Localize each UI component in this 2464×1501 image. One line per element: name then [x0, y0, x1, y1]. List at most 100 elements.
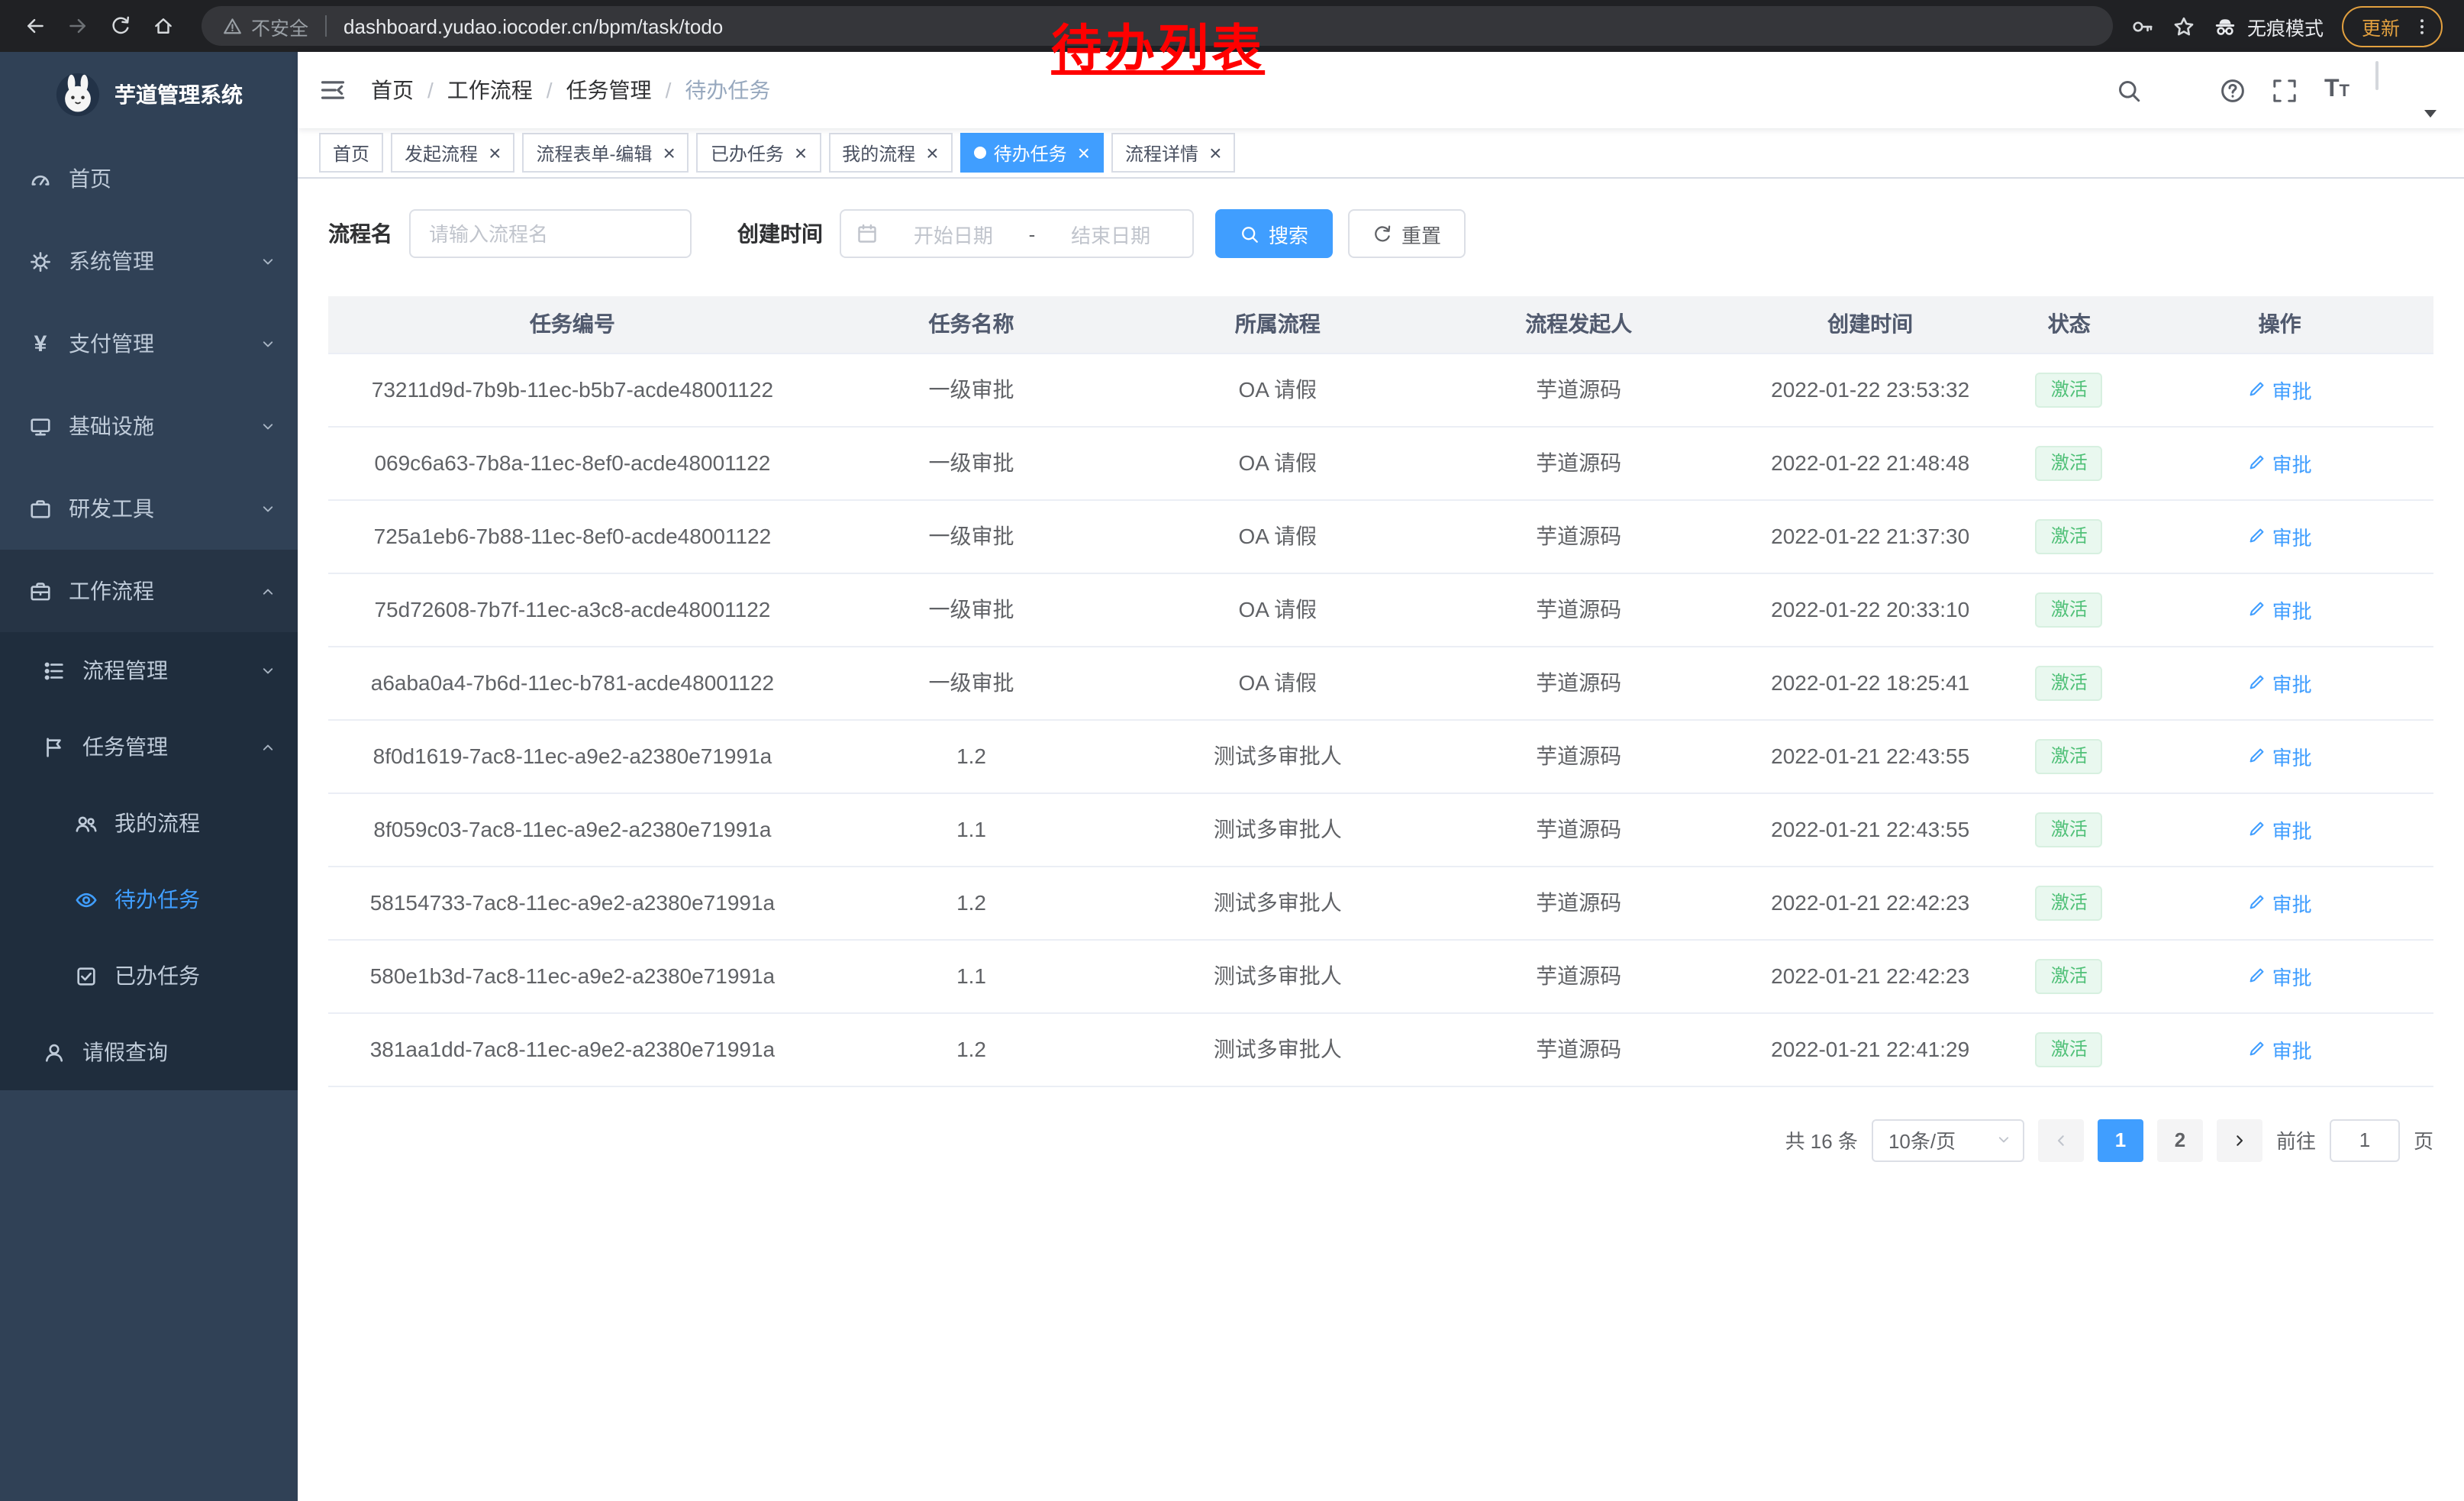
approve-button[interactable]: 审批 — [2248, 741, 2312, 770]
sidebar-item-dev-tools[interactable]: 研发工具 — [0, 467, 298, 550]
close-icon[interactable]: × — [663, 142, 675, 163]
close-icon[interactable]: × — [1209, 142, 1221, 163]
approve-button[interactable]: 审批 — [2248, 521, 2312, 550]
tab-done-tasks[interactable]: 已办任务× — [697, 133, 821, 173]
close-icon[interactable]: × — [926, 142, 938, 163]
sidebar-item-label: 待办任务 — [114, 884, 200, 915]
browser-forward-button[interactable] — [58, 6, 98, 46]
browser-back-button[interactable] — [15, 6, 55, 46]
breadcrumb-item[interactable]: 任务管理 — [566, 75, 652, 105]
help-icon[interactable] — [2221, 77, 2246, 103]
sidebar-item-label: 任务管理 — [82, 731, 168, 762]
status-badge: 激活 — [2036, 885, 2103, 920]
cell-created: 2022-01-22 23:53:32 — [1728, 353, 2012, 426]
breadcrumb-item[interactable]: 首页 — [371, 75, 414, 105]
avatar[interactable] — [2375, 61, 2379, 90]
cell-action: 审批 — [2126, 866, 2433, 939]
sidebar-item-label: 已办任务 — [114, 960, 200, 991]
user-menu[interactable] — [2375, 63, 2437, 118]
cell-action: 审批 — [2126, 939, 2433, 1012]
cell-created: 2022-01-21 22:43:55 — [1728, 792, 2012, 866]
font-size-icon[interactable]: TT — [2324, 76, 2350, 104]
cell-status: 激活 — [2012, 719, 2126, 792]
caret-down-icon — [2424, 110, 2437, 118]
status-badge: 激活 — [2036, 738, 2103, 773]
tab-home[interactable]: 首页 — [319, 133, 383, 173]
github-icon[interactable] — [2169, 77, 2195, 103]
chevron-up-icon — [260, 583, 276, 599]
process-name-input[interactable] — [409, 209, 692, 258]
sidebar-item-workflow[interactable]: 工作流程 — [0, 550, 298, 632]
sidebar-item-todo-tasks[interactable]: 待办任务 — [0, 861, 298, 938]
breadcrumb-item[interactable]: 工作流程 — [447, 75, 533, 105]
pagination: 共 16 条 10条/页 12 前往 页 — [328, 1118, 2433, 1161]
bookmark-star-icon[interactable] — [2172, 15, 2195, 37]
cell-process: OA 请假 — [1126, 426, 1429, 499]
tab-todo-tasks[interactable]: 待办任务× — [960, 133, 1104, 173]
sidebar-item-done-tasks[interactable]: 已办任务 — [0, 938, 298, 1014]
sidebar-item-leave-query[interactable]: 请假查询 — [0, 1014, 298, 1090]
approve-button[interactable]: 审批 — [2248, 668, 2312, 697]
tab-process-form-edit[interactable]: 流程表单-编辑× — [522, 133, 689, 173]
date-range-picker[interactable]: 开始日期 - 结束日期 — [840, 209, 1194, 258]
app-title: 芋道管理系统 — [114, 79, 243, 110]
sidebar-item-label: 研发工具 — [69, 493, 154, 524]
close-icon[interactable]: × — [1078, 142, 1090, 163]
cell-status: 激活 — [2012, 866, 2126, 939]
forward-icon — [67, 15, 89, 37]
browser-refresh-button[interactable] — [101, 6, 140, 46]
sidebar-item-label: 工作流程 — [69, 576, 154, 606]
chevron-down-icon — [260, 253, 276, 270]
cell-task-name: 1.2 — [817, 1012, 1126, 1086]
annotation-overlay: 待办列表 — [1051, 8, 1265, 81]
sidebar-item-payment-management[interactable]: ¥支付管理 — [0, 302, 298, 385]
cell-task-id: 580e1b3d-7ac8-11ec-a9e2-a2380e71991a — [328, 939, 817, 1012]
sidebar-collapse-button[interactable] — [319, 76, 347, 104]
sidebar-item-infrastructure[interactable]: 基础设施 — [0, 385, 298, 467]
approve-button[interactable]: 审批 — [2248, 961, 2312, 990]
reset-button[interactable]: 重置 — [1348, 209, 1466, 258]
logo[interactable]: 芋道管理系统 — [0, 52, 298, 137]
goto-page-input[interactable] — [2330, 1118, 2400, 1161]
approve-button[interactable]: 审批 — [2248, 375, 2312, 404]
fullscreen-icon[interactable] — [2272, 77, 2298, 103]
dashboard-icon — [27, 167, 53, 190]
approve-button[interactable]: 审批 — [2248, 888, 2312, 917]
approve-button[interactable]: 审批 — [2248, 1035, 2312, 1064]
page-number-1[interactable]: 1 — [2098, 1118, 2143, 1161]
page-number-2[interactable]: 2 — [2157, 1118, 2203, 1161]
sidebar-item-process-management[interactable]: 流程管理 — [0, 632, 298, 709]
more-menu-icon[interactable] — [2412, 16, 2432, 36]
cell-action: 审批 — [2126, 719, 2433, 792]
approve-button[interactable]: 审批 — [2248, 448, 2312, 477]
sidebar-item-label: 系统管理 — [69, 246, 154, 276]
incognito-badge: 无痕模式 — [2214, 11, 2324, 40]
key-icon[interactable] — [2131, 15, 2154, 37]
edit-icon — [2248, 1040, 2266, 1058]
edit-icon — [2248, 673, 2266, 692]
sidebar-item-my-processes[interactable]: 我的流程 — [0, 785, 298, 861]
incognito-label: 无痕模式 — [2247, 11, 2324, 40]
sidebar-item-system-management[interactable]: 系统管理 — [0, 220, 298, 302]
close-icon[interactable]: × — [489, 142, 501, 163]
tab-process-detail[interactable]: 流程详情× — [1111, 133, 1235, 173]
next-page-button[interactable] — [2217, 1118, 2262, 1161]
approve-button[interactable]: 审批 — [2248, 595, 2312, 624]
update-button[interactable]: 更新 — [2342, 5, 2443, 47]
prev-page-button[interactable] — [2038, 1118, 2084, 1161]
sidebar-item-home[interactable]: 首页 — [0, 137, 298, 220]
approve-button[interactable]: 审批 — [2248, 815, 2312, 844]
table-row: 73211d9d-7b9b-11ec-b5b7-acde48001122一级审批… — [328, 353, 2433, 426]
close-icon[interactable]: × — [795, 142, 807, 163]
search-icon[interactable] — [2117, 77, 2143, 103]
sidebar-item-task-management[interactable]: 任务管理 — [0, 709, 298, 785]
page-size-select[interactable]: 10条/页 — [1872, 1118, 2024, 1161]
tab-my-processes[interactable]: 我的流程× — [828, 133, 952, 173]
search-button[interactable]: 搜索 — [1215, 209, 1333, 258]
table-row: 8f0d1619-7ac8-11ec-a9e2-a2380e71991a1.2测… — [328, 719, 2433, 792]
table-row: 58154733-7ac8-11ec-a9e2-a2380e71991a1.2测… — [328, 866, 2433, 939]
page-content: 流程名 创建时间 开始日期 - 结束日期 搜索 — [298, 179, 2464, 1501]
browser-home-button[interactable] — [144, 6, 183, 46]
tab-initiate-process[interactable]: 发起流程× — [391, 133, 514, 173]
home-icon — [153, 15, 174, 37]
